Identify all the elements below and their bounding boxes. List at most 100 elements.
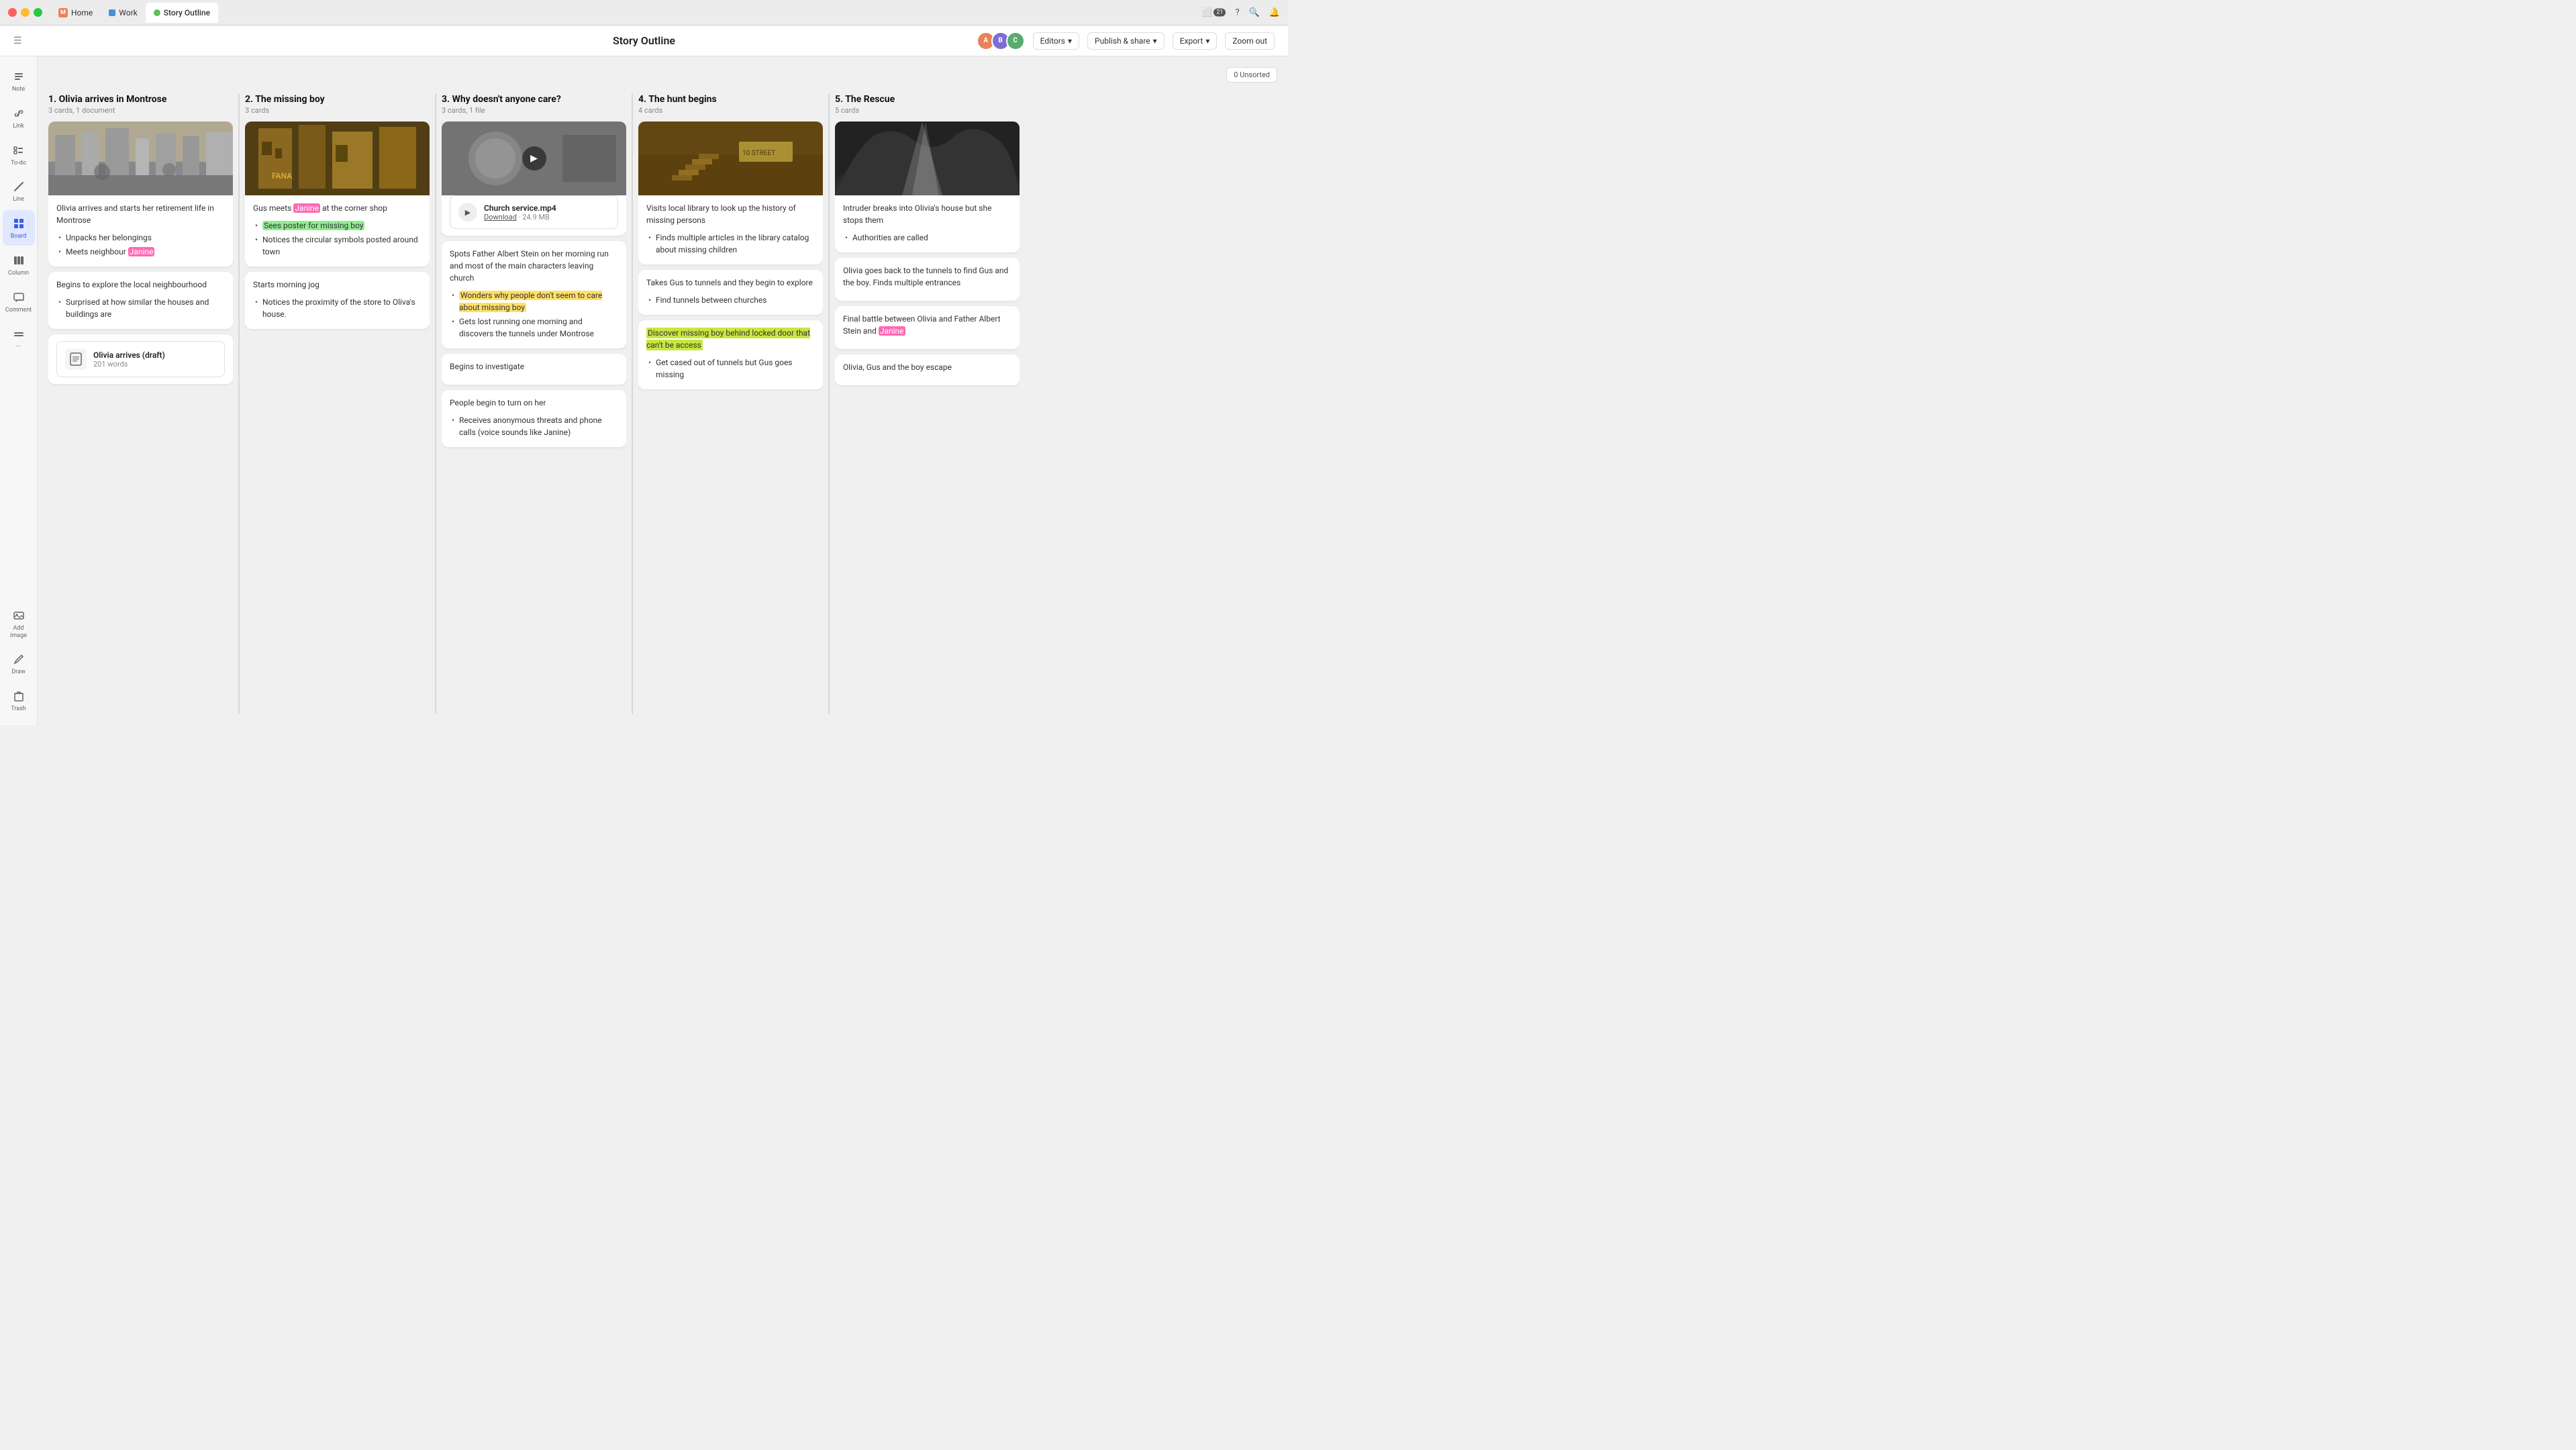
comment-icon [11,289,27,305]
document-info: Olivia arrives (draft) 201 words [93,350,216,369]
janine-highlight-5: Janine [879,326,905,336]
column-5-cards: Intruder breaks into Olivia's house but … [835,122,1020,714]
sidebar-item-link[interactable]: Link [3,100,35,136]
list-item: Surprised at how similar the houses and … [56,296,225,320]
card-1-3-body: Olivia arrives (draft) 201 words [48,334,233,384]
editors-button[interactable]: Editors ▾ [1033,32,1079,50]
export-button[interactable]: Export ▾ [1173,32,1218,50]
card-2-1-image: FANA [245,122,430,195]
sidebar-item-line[interactable]: Line [3,173,35,209]
card-1-1-image [48,122,233,195]
board-label: Board [11,233,27,240]
search-icon[interactable]: 🔍 [1249,7,1260,17]
download-link[interactable]: Download [484,213,517,222]
close-button[interactable] [8,8,17,17]
card-5-4-text: Olivia, Gus and the boy escape [843,361,1011,373]
card-3-1-image: ▶ [442,122,626,195]
sidebar-item-note[interactable]: Note [3,63,35,99]
sidebar-item-trash[interactable]: Trash [3,683,35,718]
list-item: Get cased out of tunnels but Gus goes mi… [646,356,815,381]
card-5-1-body: Intruder breaks into Olivia's house but … [835,195,1020,252]
more-label: ··· [16,344,21,351]
column-sep-3 [632,93,633,714]
card-5-3-text: Final battle between Olivia and Father A… [843,313,1011,337]
board-icon [11,215,27,232]
card-3-3-body: Begins to investigate [442,354,626,385]
document-card[interactable]: Olivia arrives (draft) 201 words [56,341,225,377]
column-4-header: 4. The hunt begins 4 cards [638,93,823,122]
card-4-1-text: Visits local library to look up the hist… [646,202,815,226]
file-name: Church service.mp4 [484,203,609,213]
card-4-2-list: Find tunnels between churches [646,294,815,306]
link-label: Link [13,123,24,130]
list-item: Finds multiple articles in the library c… [646,232,815,256]
janine-highlight: Janine [128,247,155,256]
export-chevron: ▾ [1205,36,1209,46]
column-2: 2. The missing boy 3 cards [245,93,430,714]
minimize-button[interactable] [21,8,30,17]
card-1-1: Olivia arrives and starts her retirement… [48,122,233,267]
maximize-button[interactable] [34,8,42,17]
sidebar-item-more[interactable]: ··· [3,321,35,356]
sidebar-item-column[interactable]: Column [3,247,35,283]
list-item: Receives anonymous threats and phone cal… [450,414,618,438]
card-1-2: Begins to explore the local neighbourhoo… [48,272,233,329]
help-icon[interactable]: ? [1235,7,1239,17]
column-1: 1. Olivia arrives in Montrose 3 cards, 1… [48,93,233,714]
list-item: Gets lost running one morning and discov… [450,316,618,340]
card-2-2-list: Notices the proximity of the store to Ol… [253,296,422,320]
list-item: Meets neighbour Janine [56,246,225,258]
column-2-cards: FANA Gus meets Janine at the corner shop… [245,122,430,714]
line-icon [11,179,27,195]
todo-icon [11,142,27,158]
list-item: Wonders why people don't seem to care ab… [450,289,618,313]
card-2-1: FANA Gus meets Janine at the corner shop… [245,122,430,267]
file-play-icon[interactable]: ▶ [458,203,477,222]
publish-button[interactable]: Publish & share ▾ [1087,32,1165,50]
card-5-3: Final battle between Olivia and Father A… [835,306,1020,349]
tab-work[interactable]: Work [101,3,145,23]
card-3-4-list: Receives anonymous threats and phone cal… [450,414,618,438]
unsorted-label: 0 Unsorted [1234,70,1270,79]
titlebar: M Home Work Story Outline ⬜21 ? 🔍 🔔 [0,0,1288,26]
line-label: Line [13,196,24,203]
todo-label: To-do [11,160,26,167]
sidebar-item-todo[interactable]: To-do [3,137,35,173]
trash-label: Trash [11,706,26,713]
card-1-2-body: Begins to explore the local neighbourhoo… [48,272,233,329]
bell-icon[interactable]: 🔔 [1269,7,1280,17]
sidebar: Note Link To-do [0,56,38,725]
document-icon [65,348,87,370]
column-4-subtitle: 4 cards [638,106,823,115]
card-1-3[interactable]: Olivia arrives (draft) 201 words [48,334,233,384]
column-sep-1 [238,93,240,714]
unsorted-button[interactable]: 0 Unsorted [1226,67,1277,83]
list-item: Notices the circular symbols posted arou… [253,234,422,258]
play-button[interactable]: ▶ [522,146,546,171]
board-area: 0 Unsorted 1. Olivia arrives in Montrose… [38,56,1288,725]
card-3-2-text: Spots Father Albert Stein on her morning… [450,248,618,284]
column-1-header: 1. Olivia arrives in Montrose 3 cards, 1… [48,93,233,122]
card-5-1: Intruder breaks into Olivia's house but … [835,122,1020,252]
wonders-highlight: Wonders why people don't seem to care ab… [459,291,602,312]
sidebar-item-add-image[interactable]: Add image [3,602,35,645]
tab-home[interactable]: M Home [50,3,101,23]
sidebar-item-comment[interactable]: Comment [3,284,35,320]
sidebar-item-board[interactable]: Board [3,210,35,246]
card-3-1: ▶ ▶ Church service.mp4 Download · 24.9 M… [442,122,626,236]
menu-icon[interactable]: ☰ [13,36,22,46]
card-3-2-body: Spots Father Albert Stein on her morning… [442,241,626,348]
zoomout-button[interactable]: Zoom out [1225,32,1275,50]
sidebar-item-draw[interactable]: Draw [3,646,35,681]
toolbar-left: ☰ [13,36,22,46]
tab-story-outline[interactable]: Story Outline [146,3,218,23]
column-sep-4 [828,93,830,714]
card-3-3-text: Begins to investigate [450,360,618,373]
card-5-4-body: Olivia, Gus and the boy escape [835,354,1020,385]
toolbar-right: A B C Editors ▾ Publish & share ▾ Export… [977,32,1275,50]
list-item: Find tunnels between churches [646,294,815,306]
column-4: 4. The hunt begins 4 cards [638,93,823,714]
poster-highlight: Sees poster for missing boy [262,221,364,230]
janine-highlight-2: Janine [293,203,320,213]
monitor-icon[interactable]: ⬜21 [1201,7,1226,17]
